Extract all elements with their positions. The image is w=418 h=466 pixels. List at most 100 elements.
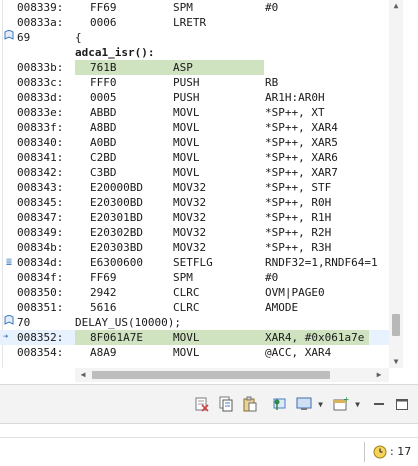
view-toolbar: ▼ + ▼ [0,385,418,423]
operands: #0 [265,271,279,284]
asm-line[interactable]: 00833b: 761B ASP [0,60,389,75]
pin-icon[interactable] [271,396,287,412]
operands: *SP++, XAR4 [265,121,338,134]
svg-text:+: + [343,396,349,404]
asm-line[interactable]: 008340: A0BD MOVL *SP++, XAR5 [0,135,389,150]
asm-line[interactable]: 00833c: FFF0 PUSH RB [0,75,389,90]
asm-line[interactable]: 008343: E20000BD MOV32 *SP++, STF [0,180,389,195]
mnemonic: MOV32 [173,226,207,239]
address: 008345: [17,196,64,209]
source-line-number: 69 [17,31,31,44]
vertical-scrollbar[interactable]: ▲ ▼ [389,0,403,368]
new-view-icon[interactable]: + [333,396,349,412]
operands: *SP++, R1H [265,211,332,224]
source-line[interactable]: 70 DELAY_US(10000); [0,315,389,330]
address: 00833d: [17,91,64,104]
address: 008351: [17,301,64,314]
source-code: DELAY_US(10000); [75,316,181,329]
opcode: 761B [90,61,117,74]
scroll-right-arrow-icon[interactable]: ▶ [373,368,385,382]
address: 008339: [17,1,64,14]
asm-line[interactable]: 008341: C2BD MOVL *SP++, XAR6 [0,150,389,165]
minimize-icon[interactable] [371,396,387,412]
opcode: E20303BD [90,241,143,254]
address: 008340: [17,136,64,149]
asm-line[interactable]: 00833d: 0005 PUSH AR1H:AR0H [0,90,389,105]
asm-line[interactable]: 00834b: E20303BD MOV32 *SP++, R3H [0,240,389,255]
scroll-down-arrow-icon[interactable]: ▼ [389,356,403,368]
disassembly-lines: 008339: FF69 SPM #0 00833a: 0006 LRETR 69 {adca1… [0,0,389,360]
asm-line[interactable]: 008347: E20301BD MOV32 *SP++, R1H [0,210,389,225]
bookmark-icon [3,315,15,330]
status-bar [0,424,418,466]
asm-line[interactable]: 008351: 5616 CLRC AMODE [0,300,389,315]
asm-line[interactable]: 008350: 2942 CLRC OVM|PAGE0 [0,285,389,300]
scroll-left-arrow-icon[interactable]: ◀ [77,368,89,382]
operands: *SP++, XAR7 [265,166,338,179]
current-pc-arrow-icon: ➔ [3,332,9,342]
asm-line[interactable]: 00833a: 0006 LRETR [0,15,389,30]
mnemonic: MOVL [173,331,200,344]
address: 008347: [17,211,64,224]
clear-icon[interactable] [194,396,210,412]
address: 008343: [17,181,64,194]
opcode: A0BD [90,136,117,149]
address: 00833b: [17,61,64,74]
operands: *SP++, XAR6 [265,151,338,164]
asm-line[interactable]: 008342: C3BD MOVL *SP++, XAR7 [0,165,389,180]
opcode: C3BD [90,166,117,179]
asm-line[interactable]: 008345: E20300BD MOV32 *SP++, R0H [0,195,389,210]
operands: *SP++, XAR5 [265,136,338,149]
operands: *SP++, R3H [265,241,332,254]
function-label[interactable]: adca1_isr(): [0,45,389,60]
address: 008352: [17,331,64,344]
opcode: 8F061A7E [90,331,143,344]
new-view-dropdown-chevron-down-icon[interactable]: ▼ [353,400,362,409]
opcode: 5616 [90,301,117,314]
address: 008354: [17,346,64,359]
mnemonic: MOV32 [173,196,207,209]
address: 00833e: [17,106,64,119]
display-dropdown-chevron-down-icon[interactable]: ▼ [316,400,325,409]
asm-line[interactable]: ➔ 008352: 8F061A7E MOVL XAR4, #0x061a7e [0,330,389,345]
mnemonic: MOV32 [173,211,207,224]
operands: *SP++, R0H [265,196,332,209]
operands: *SP++, XT [265,106,325,119]
asm-line[interactable]: 008354: A8A9 MOVL @ACC, XAR4 [0,345,389,360]
asm-line[interactable]: ≣ 00834d: E6300600 SETFLG RNDF32=1,RNDF64=1 [0,255,389,270]
vertical-scroll-thumb[interactable] [392,314,400,336]
asm-line[interactable]: 00833f: A8BD MOVL *SP++, XAR4 [0,120,389,135]
maximize-icon[interactable] [394,396,410,412]
address: 00834f: [17,271,64,284]
disassembly-view[interactable]: 008339: FF69 SPM #0 00833a: 0006 LRETR 69 {adca1… [0,0,418,384]
operands: #0 [265,1,279,14]
opcode: A8BD [90,121,117,134]
asm-line[interactable]: 008349: E20302BD MOV32 *SP++, R2H [0,225,389,240]
address: 008350: [17,286,64,299]
opcode: FF69 [90,1,117,14]
copy-icon[interactable] [218,396,234,412]
mnemonic: CLRC [173,286,200,299]
source-line[interactable]: 69 { [0,30,389,45]
display-icon[interactable] [296,396,312,412]
paste-icon[interactable] [242,396,258,412]
opcode: A8A9 [90,346,117,359]
operands: @ACC, XAR4 [265,346,332,359]
mnemonic: SPM [173,1,193,14]
operands: *SP++, STF [265,181,332,194]
mnemonic: LRETR [173,16,207,29]
asm-line[interactable]: 008339: FF69 SPM #0 [0,0,389,15]
mnemonic: CLRC [173,301,200,314]
scroll-up-arrow-icon[interactable]: ▲ [389,0,403,12]
horizontal-scrollbar[interactable]: ◀ ▶ [75,368,389,382]
operands: OVM|PAGE0 [265,286,325,299]
mnemonic: MOVL [173,106,200,119]
mnemonic: MOVL [173,346,200,359]
asm-line[interactable]: 00834f: FF69 SPM #0 [0,270,389,285]
opcode: 0006 [90,16,117,29]
asm-line[interactable]: 00833e: ABBD MOVL *SP++, XT [0,105,389,120]
opcode: FF69 [90,271,117,284]
function-name: adca1_isr(): [75,46,155,59]
horizontal-scroll-thumb[interactable] [92,371,330,379]
address: 00833f: [17,121,64,134]
